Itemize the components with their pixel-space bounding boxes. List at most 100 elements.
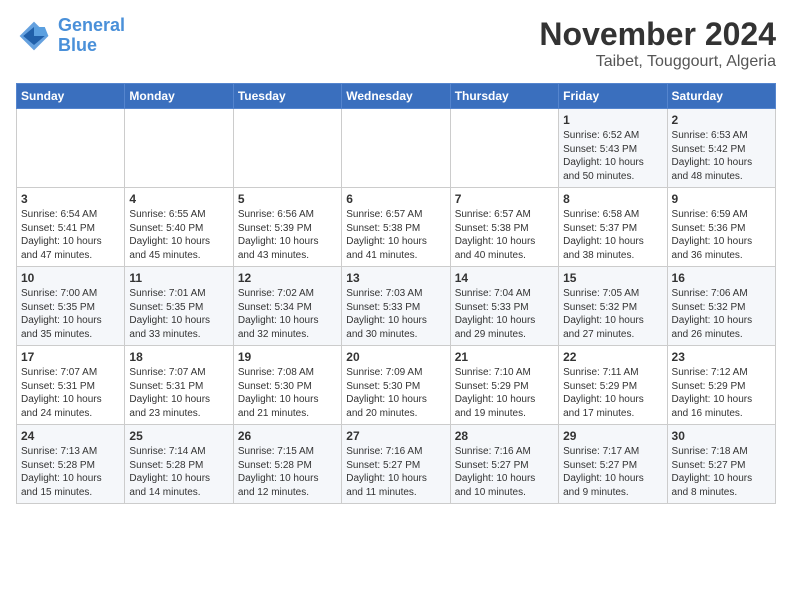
calendar-cell: 14 Sunrise: 7:04 AM Sunset: 5:33 PM Dayli… — [450, 267, 558, 346]
page-header: General Blue November 2024 Taibet, Tougg… — [16, 16, 776, 71]
day-number: 25 — [129, 429, 228, 443]
calendar-week-row: 1 Sunrise: 6:52 AM Sunset: 5:43 PM Daylig… — [17, 109, 776, 188]
day-info: Sunrise: 7:06 AM Sunset: 5:32 PM Dayligh… — [672, 287, 771, 341]
calendar-cell: 20 Sunrise: 7:09 AM Sunset: 5:30 PM Dayli… — [342, 346, 450, 425]
logo: General Blue — [16, 16, 125, 56]
day-number: 10 — [21, 271, 120, 285]
day-info: Sunrise: 7:04 AM Sunset: 5:33 PM Dayligh… — [455, 287, 554, 341]
calendar-cell: 2 Sunrise: 6:53 AM Sunset: 5:42 PM Daylig… — [667, 109, 775, 188]
day-info: Sunrise: 7:07 AM Sunset: 5:31 PM Dayligh… — [21, 366, 120, 420]
day-info: Sunrise: 7:10 AM Sunset: 5:29 PM Dayligh… — [455, 366, 554, 420]
day-info: Sunrise: 7:13 AM Sunset: 5:28 PM Dayligh… — [21, 445, 120, 499]
day-number: 17 — [21, 350, 120, 364]
day-info: Sunrise: 7:03 AM Sunset: 5:33 PM Dayligh… — [346, 287, 445, 341]
day-number: 3 — [21, 192, 120, 206]
calendar-cell: 11Sunrise: 7:01 AM Sunset: 5:35 PM Dayli… — [125, 267, 233, 346]
calendar-cell: 22Sunrise: 7:11 AM Sunset: 5:29 PM Dayli… — [559, 346, 667, 425]
weekday-header-cell: Thursday — [450, 84, 558, 109]
calendar-cell — [125, 109, 233, 188]
calendar-cell: 10 Sunrise: 7:00 AM Sunset: 5:35 PM Dayli… — [17, 267, 125, 346]
calendar-cell: 7 Sunrise: 6:57 AM Sunset: 5:38 PM Daylig… — [450, 188, 558, 267]
day-number: 5 — [238, 192, 337, 206]
weekday-header-cell: Monday — [125, 84, 233, 109]
calendar-cell: 28 Sunrise: 7:16 AM Sunset: 5:27 PM Dayli… — [450, 425, 558, 504]
calendar-cell: 27 Sunrise: 7:16 AM Sunset: 5:27 PM Dayli… — [342, 425, 450, 504]
calendar-week-row: 17 Sunrise: 7:07 AM Sunset: 5:31 PM Dayli… — [17, 346, 776, 425]
calendar-cell: 3 Sunrise: 6:54 AM Sunset: 5:41 PM Daylig… — [17, 188, 125, 267]
calendar-cell: 18 Sunrise: 7:07 AM Sunset: 5:31 PM Dayli… — [125, 346, 233, 425]
day-number: 30 — [672, 429, 771, 443]
calendar-cell: 12Sunrise: 7:02 AM Sunset: 5:34 PM Dayli… — [233, 267, 341, 346]
day-info: Sunrise: 6:56 AM Sunset: 5:39 PM Dayligh… — [238, 208, 337, 262]
day-number: 19 — [238, 350, 337, 364]
calendar-cell: 25 Sunrise: 7:14 AM Sunset: 5:28 PM Dayli… — [125, 425, 233, 504]
calendar-cell — [450, 109, 558, 188]
day-number: 15 — [563, 271, 662, 285]
day-number: 20 — [346, 350, 445, 364]
day-info: Sunrise: 7:17 AM Sunset: 5:27 PM Dayligh… — [563, 445, 662, 499]
calendar-cell: 15 Sunrise: 7:05 AM Sunset: 5:32 PM Dayli… — [559, 267, 667, 346]
location-subtitle: Taibet, Touggourt, Algeria — [539, 53, 776, 71]
weekday-header-cell: Tuesday — [233, 84, 341, 109]
day-number: 6 — [346, 192, 445, 206]
logo-icon — [16, 18, 52, 54]
day-number: 7 — [455, 192, 554, 206]
calendar-cell: 23Sunrise: 7:12 AM Sunset: 5:29 PM Dayli… — [667, 346, 775, 425]
weekday-header-cell: Wednesday — [342, 84, 450, 109]
day-info: Sunrise: 6:54 AM Sunset: 5:41 PM Dayligh… — [21, 208, 120, 262]
calendar-week-row: 24 Sunrise: 7:13 AM Sunset: 5:28 PM Dayli… — [17, 425, 776, 504]
calendar-cell: 13Sunrise: 7:03 AM Sunset: 5:33 PM Dayli… — [342, 267, 450, 346]
day-info: Sunrise: 7:05 AM Sunset: 5:32 PM Dayligh… — [563, 287, 662, 341]
logo-line1: General — [58, 15, 125, 35]
calendar-cell: 21Sunrise: 7:10 AM Sunset: 5:29 PM Dayli… — [450, 346, 558, 425]
day-number: 12 — [238, 271, 337, 285]
day-info: Sunrise: 7:16 AM Sunset: 5:27 PM Dayligh… — [346, 445, 445, 499]
calendar-cell — [342, 109, 450, 188]
day-info: Sunrise: 6:52 AM Sunset: 5:43 PM Dayligh… — [563, 129, 662, 183]
day-info: Sunrise: 7:12 AM Sunset: 5:29 PM Dayligh… — [672, 366, 771, 420]
day-info: Sunrise: 7:00 AM Sunset: 5:35 PM Dayligh… — [21, 287, 120, 341]
weekday-header-cell: Friday — [559, 84, 667, 109]
day-number: 1 — [563, 113, 662, 127]
title-block: November 2024 Taibet, Touggourt, Algeria — [539, 16, 776, 71]
day-number: 29 — [563, 429, 662, 443]
calendar-cell: 19Sunrise: 7:08 AM Sunset: 5:30 PM Dayli… — [233, 346, 341, 425]
day-info: Sunrise: 7:07 AM Sunset: 5:31 PM Dayligh… — [129, 366, 228, 420]
day-number: 24 — [21, 429, 120, 443]
day-info: Sunrise: 6:55 AM Sunset: 5:40 PM Dayligh… — [129, 208, 228, 262]
day-number: 11 — [129, 271, 228, 285]
day-number: 14 — [455, 271, 554, 285]
calendar-cell — [233, 109, 341, 188]
day-info: Sunrise: 7:15 AM Sunset: 5:28 PM Dayligh… — [238, 445, 337, 499]
calendar-cell: 5 Sunrise: 6:56 AM Sunset: 5:39 PM Daylig… — [233, 188, 341, 267]
day-number: 28 — [455, 429, 554, 443]
logo-line2: Blue — [58, 35, 97, 55]
calendar-cell: 6 Sunrise: 6:57 AM Sunset: 5:38 PM Daylig… — [342, 188, 450, 267]
day-info: Sunrise: 6:57 AM Sunset: 5:38 PM Dayligh… — [455, 208, 554, 262]
calendar-cell: 26Sunrise: 7:15 AM Sunset: 5:28 PM Dayli… — [233, 425, 341, 504]
day-info: Sunrise: 7:11 AM Sunset: 5:29 PM Dayligh… — [563, 366, 662, 420]
day-number: 27 — [346, 429, 445, 443]
calendar-cell: 9Sunrise: 6:59 AM Sunset: 5:36 PM Daylig… — [667, 188, 775, 267]
calendar-table: SundayMondayTuesdayWednesdayThursdayFrid… — [16, 83, 776, 504]
day-info: Sunrise: 6:58 AM Sunset: 5:37 PM Dayligh… — [563, 208, 662, 262]
day-info: Sunrise: 7:09 AM Sunset: 5:30 PM Dayligh… — [346, 366, 445, 420]
calendar-body: 1 Sunrise: 6:52 AM Sunset: 5:43 PM Daylig… — [17, 109, 776, 504]
day-number: 18 — [129, 350, 228, 364]
day-info: Sunrise: 7:16 AM Sunset: 5:27 PM Dayligh… — [455, 445, 554, 499]
day-info: Sunrise: 7:14 AM Sunset: 5:28 PM Dayligh… — [129, 445, 228, 499]
calendar-cell: 17 Sunrise: 7:07 AM Sunset: 5:31 PM Dayli… — [17, 346, 125, 425]
calendar-week-row: 10 Sunrise: 7:00 AM Sunset: 5:35 PM Dayli… — [17, 267, 776, 346]
day-info: Sunrise: 6:53 AM Sunset: 5:42 PM Dayligh… — [672, 129, 771, 183]
calendar-cell: 30Sunrise: 7:18 AM Sunset: 5:27 PM Dayli… — [667, 425, 775, 504]
month-title: November 2024 — [539, 16, 776, 53]
calendar-cell: 16Sunrise: 7:06 AM Sunset: 5:32 PM Dayli… — [667, 267, 775, 346]
weekday-header-cell: Saturday — [667, 84, 775, 109]
day-info: Sunrise: 6:57 AM Sunset: 5:38 PM Dayligh… — [346, 208, 445, 262]
calendar-cell: 1 Sunrise: 6:52 AM Sunset: 5:43 PM Daylig… — [559, 109, 667, 188]
weekday-header-cell: Sunday — [17, 84, 125, 109]
calendar-cell — [17, 109, 125, 188]
day-number: 2 — [672, 113, 771, 127]
day-info: Sunrise: 6:59 AM Sunset: 5:36 PM Dayligh… — [672, 208, 771, 262]
calendar-cell: 29 Sunrise: 7:17 AM Sunset: 5:27 PM Dayli… — [559, 425, 667, 504]
